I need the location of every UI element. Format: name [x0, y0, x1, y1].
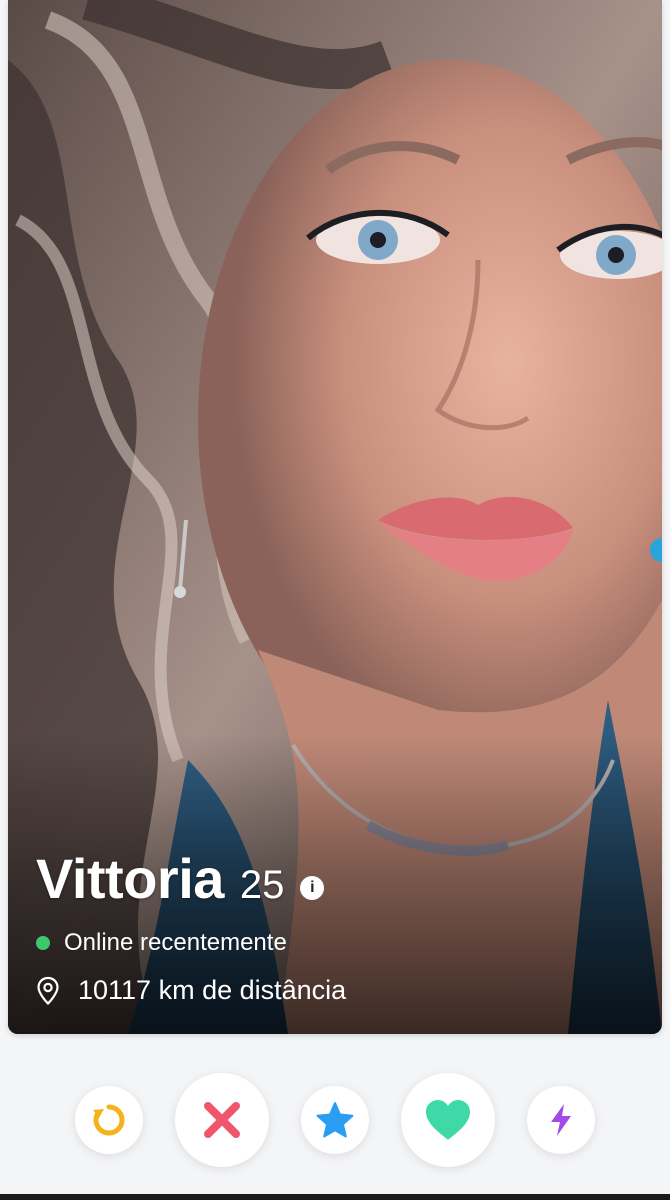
name-row: Vittoria 25 i: [36, 846, 634, 911]
profile-age: 25: [239, 863, 285, 907]
distance-row: 10117 km de distância: [36, 975, 634, 1006]
lightning-icon: [551, 1104, 571, 1136]
system-nav-bar: [0, 1194, 670, 1200]
profile-card[interactable]: Vittoria 25 i Online recentemente 10117 …: [8, 0, 662, 1034]
nope-button[interactable]: [175, 1073, 269, 1167]
online-status-text: Online recentemente: [64, 929, 287, 956]
online-status: Online recentemente: [36, 929, 634, 957]
profile-name: Vittoria: [36, 847, 224, 910]
profile-info: Vittoria 25 i Online recentemente 10117 …: [36, 846, 634, 1006]
info-icon[interactable]: i: [300, 876, 325, 900]
distance-text: 10117 km de distância: [78, 975, 347, 1005]
boost-button[interactable]: [527, 1086, 595, 1154]
star-icon: [316, 1102, 354, 1138]
action-bar: [0, 1070, 670, 1170]
super-like-button[interactable]: [301, 1086, 369, 1154]
online-dot-icon: [36, 936, 50, 950]
heart-icon: [426, 1100, 470, 1140]
close-icon: [204, 1102, 240, 1138]
app-screen: Vittoria 25 i Online recentemente 10117 …: [0, 0, 670, 1200]
rewind-button[interactable]: [75, 1086, 143, 1154]
like-button[interactable]: [401, 1073, 495, 1167]
location-pin-icon: [37, 976, 59, 1005]
rewind-icon: [93, 1104, 125, 1136]
